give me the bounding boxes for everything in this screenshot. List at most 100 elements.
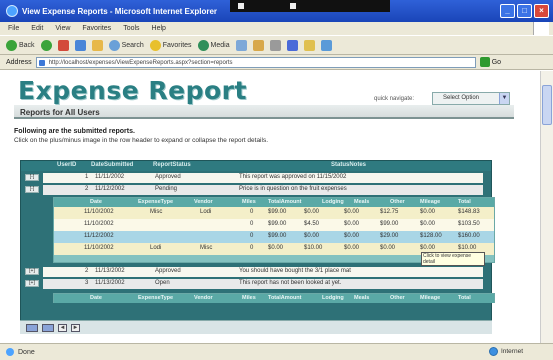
background-window-strip [230,0,390,12]
table-row[interactable]: 1 11/11/2002 Approved This report was ap… [43,173,483,183]
toolbar: Back Search Favorites Media [0,35,553,55]
collapse-toggle[interactable]: [-] [25,174,39,181]
forward-arrow-icon[interactable] [40,39,52,51]
quick-navigate-select[interactable]: Select Option ▼ [432,92,510,105]
cell-miles: 0 [250,209,254,215]
back-button[interactable]: Back [6,39,35,51]
collapse-toggle[interactable]: [-] [25,186,39,193]
expand-toggle[interactable]: [+] [25,268,39,275]
cell-amount: $99.00 [268,233,287,239]
cell-date: 11/10/2002 [84,209,114,215]
cell-amount: $0.00 [268,245,284,251]
stop-icon[interactable] [57,39,69,51]
cell-lodging: $10.00 [304,245,323,251]
reports-grid: UserID DateSubmitted ReportStatus Status… [20,160,495,334]
col-statusnotes[interactable]: StatusNotes [331,162,366,168]
detail-col-lodging[interactable]: Lodging [322,295,344,301]
home-icon[interactable] [91,39,103,51]
status-text: Done [18,348,35,356]
detail-row[interactable]: 11/10/2002 Misc Lodi 0 $99.00 $0.00 $0.0… [54,207,494,219]
detail-row-selected[interactable]: 11/12/2002 0 $99.00 $0.00 $0.00 $29.00 $… [54,231,494,243]
messenger-icon[interactable] [320,39,332,51]
cell-date: 11/13/2002 [95,268,125,274]
cell-lodging: $4.50 [304,221,320,227]
cell-meals: $0.00 [344,209,360,215]
detail-col-meals[interactable]: Meals [354,199,369,205]
close-button[interactable]: × [534,4,549,18]
menu-help[interactable]: Help [152,25,166,32]
detail-col-total[interactable]: Total [458,199,471,205]
chevron-down-icon: ▼ [499,93,509,104]
detail-col-amount[interactable]: TotalAmount [268,295,302,301]
mail-icon[interactable] [252,39,264,51]
detail-col-type[interactable]: ExpenseType [138,295,173,301]
detail-col-date[interactable]: Date [90,295,102,301]
menu-tools[interactable]: Tools [123,25,139,32]
favorites-button[interactable]: Favorites [149,39,192,51]
folder-icon[interactable] [303,39,315,51]
strip-icon [238,3,244,9]
expand-toggle[interactable]: [+] [25,280,39,287]
cell-meals: $0.00 [344,233,360,239]
detail-col-date[interactable]: Date [90,199,102,205]
scrollbar-thumb[interactable] [542,85,552,125]
edit-icon[interactable] [286,39,298,51]
cell-amount: $99.00 [268,221,287,227]
table-row[interactable]: 2 11/13/2002 Approved You should have bo… [43,267,483,277]
cell-date: 11/10/2002 [84,221,114,227]
detail-col-vendor[interactable]: Vendor [194,199,213,205]
vertical-scrollbar[interactable] [540,71,553,343]
refresh-icon[interactable] [74,39,86,51]
detail-col-other[interactable]: Other [390,199,405,205]
col-reportstatus[interactable]: ReportStatus [153,162,191,168]
cell-notes: You should have bought the 3/1 place mat [239,268,351,274]
detail-col-lodging[interactable]: Lodging [322,199,344,205]
menu-edit[interactable]: Edit [31,25,43,32]
detail-col-type[interactable]: ExpenseType [138,199,173,205]
prev-page-button[interactable]: ◄ [58,323,67,332]
media-label: Media [210,41,230,49]
detail-header: Date ExpenseType Vendor Miles TotalAmoun… [54,294,494,303]
detail-col-vendor[interactable]: Vendor [194,295,213,301]
detail-col-amount[interactable]: TotalAmount [268,199,302,205]
cell-status: Approved [155,268,181,274]
go-label: Go [491,58,502,66]
detail-col-miles[interactable]: Miles [242,199,256,205]
table-row[interactable]: 3 11/13/2002 Open This report has not be… [43,279,483,289]
cell-notes: This report was approved on 11/15/2002 [239,174,347,180]
page-icon[interactable] [26,323,38,332]
detail-col-miles[interactable]: Miles [242,295,256,301]
search-button[interactable]: Search [108,39,144,51]
cell-mileage: $0.00 [420,245,436,251]
table-row[interactable]: 2 11/12/2002 Pending Price is in questio… [43,185,483,195]
col-userid[interactable]: UserID [57,162,76,168]
zone-label: Internet [500,348,523,355]
detail-col-other[interactable]: Other [390,295,405,301]
cell-vendor: Misc [200,245,213,251]
next-page-button[interactable]: ► [71,323,80,332]
cell-date: 11/13/2002 [95,280,125,286]
menu-favorites[interactable]: Favorites [82,25,111,32]
grid-pager: ◄ ► [20,320,492,334]
detail-col-total[interactable]: Total [458,295,471,301]
maximize-button[interactable]: □ [517,4,532,18]
back-label: Back [19,41,35,49]
minimize-button[interactable]: _ [500,4,515,18]
media-button[interactable]: Media [197,39,230,51]
cell-status: Approved [155,174,181,180]
go-button[interactable]: Go [479,57,502,67]
detail-col-mileage[interactable]: Mileage [420,295,440,301]
history-icon[interactable] [235,39,247,51]
menu-view[interactable]: View [55,25,70,32]
menu-file[interactable]: File [8,25,19,32]
print-icon[interactable] [269,39,281,51]
page-icon[interactable] [42,323,54,332]
detail-col-mileage[interactable]: Mileage [420,199,440,205]
address-input[interactable]: http://localhost/expenses/ViewExpenseRep… [35,56,476,68]
menu-bar: File Edit View Favorites Tools Help [0,22,553,35]
col-datesubmitted[interactable]: DateSubmitted [91,162,133,168]
detail-row[interactable]: 11/10/2002 0 $99.00 $4.50 $0.00 $99.00 $… [54,219,494,231]
cell-total: $10.00 [458,245,477,251]
cell-user: 1 [85,174,89,180]
detail-col-meals[interactable]: Meals [354,295,369,301]
